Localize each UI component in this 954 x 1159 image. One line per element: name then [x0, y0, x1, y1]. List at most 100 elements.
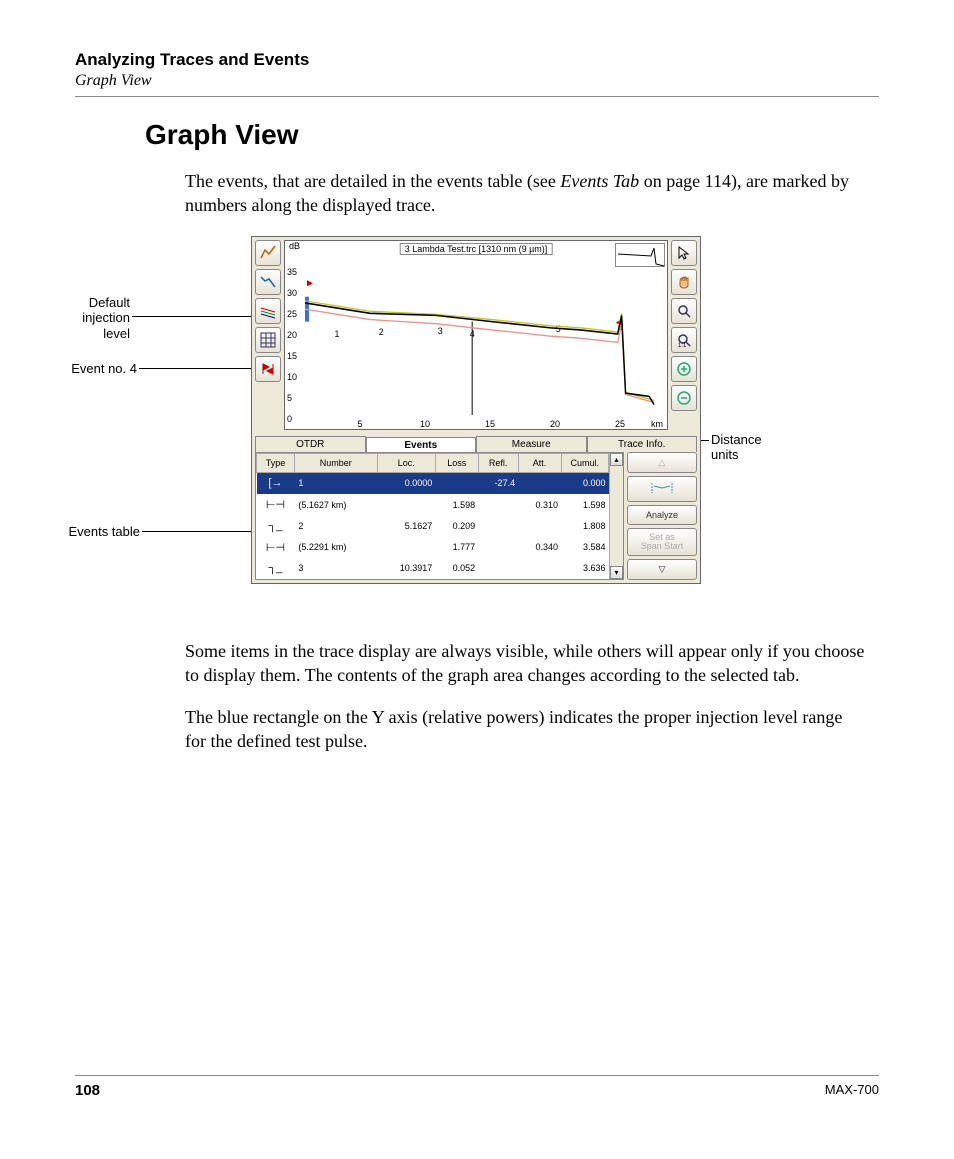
scroll-up-icon[interactable]: ▴ — [610, 453, 623, 466]
callout-line — [142, 531, 266, 532]
table-scrollbar[interactable]: ▴ ▾ — [609, 453, 623, 579]
cell: 3.584 — [561, 536, 608, 558]
cell: 0.209 — [435, 516, 478, 537]
cell: 1.598 — [435, 494, 478, 516]
section-title: Graph View — [75, 72, 879, 90]
table-row[interactable]: ⊢⊣ (5.1627 km) 1.598 0.310 1.598 — [257, 494, 609, 516]
page-number: 108 — [75, 1082, 100, 1099]
cell — [435, 472, 478, 493]
cell — [478, 558, 518, 579]
tab-events[interactable]: Events — [366, 437, 477, 453]
next-event-button[interactable]: ▽ — [627, 559, 697, 580]
cell: 1.777 — [435, 536, 478, 558]
analyze-button[interactable]: Analyze — [627, 505, 697, 525]
cell: 3 — [294, 558, 377, 579]
svg-text:3: 3 — [438, 325, 443, 335]
cell: 1 — [294, 472, 377, 493]
y-tick: 25 — [287, 309, 297, 319]
svg-text:2: 2 — [379, 326, 384, 336]
col-cumul[interactable]: Cumul. — [561, 453, 608, 472]
x-tick: 10 — [420, 419, 430, 429]
cell — [478, 516, 518, 537]
y-tick: 0 — [287, 414, 292, 424]
footer-rule — [75, 1075, 879, 1076]
cell — [377, 494, 435, 516]
y-tick: 5 — [287, 393, 292, 403]
trace-tool-1-icon[interactable] — [255, 240, 281, 266]
table-row[interactable]: ⊢⊣ (5.2291 km) 1.777 0.340 3.584 — [257, 536, 609, 558]
col-loss[interactable]: Loss — [435, 453, 478, 472]
tab-trace-info[interactable]: Trace Info. — [587, 436, 698, 452]
cell: 0.0000 — [377, 472, 435, 493]
event-action-buttons: △ Analyze Set as Span Start ▽ — [627, 452, 697, 580]
product-model: MAX-700 — [825, 1082, 879, 1099]
set-span-start-button[interactable]: Set as Span Start — [627, 528, 697, 556]
cell: 0.310 — [518, 494, 561, 516]
col-type[interactable]: Type — [257, 453, 295, 472]
callout-events-table: Events table — [60, 524, 140, 540]
col-att[interactable]: Att. — [518, 453, 561, 472]
table-header-row: Type Number Loc. Loss Refl. Att. Cumul. — [257, 453, 609, 472]
page-footer: 108 MAX-700 — [75, 1075, 879, 1099]
col-loc[interactable]: Loc. — [377, 453, 435, 472]
header-rule — [75, 96, 879, 97]
col-number[interactable]: Number — [294, 453, 377, 472]
tab-otdr[interactable]: OTDR — [255, 436, 366, 452]
col-refl[interactable]: Refl. — [478, 453, 518, 472]
otdr-ui-panel: dB 3 Lambda Test.trc [1310 nm (9 µm)] 0 … — [251, 236, 701, 584]
y-axis-unit: dB — [289, 241, 300, 251]
hand-pan-icon[interactable] — [671, 269, 697, 295]
event-type-span-icon: ⊢⊣ — [257, 536, 295, 558]
tabs: OTDR Events Measure Trace Info. — [255, 436, 697, 452]
y-tick: 15 — [287, 351, 297, 361]
callout-line — [139, 368, 254, 369]
table-view-icon[interactable] — [255, 327, 281, 353]
cell — [518, 558, 561, 579]
zoom-out-icon[interactable] — [671, 385, 697, 411]
cell: 2 — [294, 516, 377, 537]
x-tick: 5 — [357, 419, 362, 429]
prev-event-button[interactable]: △ — [627, 452, 697, 473]
table-row[interactable]: ┐_ 2 5.1627 0.209 1.808 — [257, 516, 609, 537]
table-row[interactable]: [→ 1 0.0000 -27.4 0.000 — [257, 472, 609, 493]
svg-text:1:1: 1:1 — [678, 343, 687, 348]
callout-distance-units: Distance units — [711, 432, 762, 463]
left-toolbar — [255, 240, 281, 430]
zoom-to-event-button[interactable] — [627, 476, 697, 502]
callout-event-4: Event no. 4 — [57, 361, 137, 377]
zoom-region-icon[interactable] — [671, 298, 697, 324]
svg-text:1: 1 — [335, 329, 340, 339]
events-table: Type Number Loc. Loss Refl. Att. Cumul. … — [255, 452, 624, 580]
scroll-down-icon[interactable]: ▾ — [610, 566, 623, 579]
trace-plot: 4 1 2 3 5 6 — [305, 249, 659, 415]
zoom-in-icon[interactable] — [671, 356, 697, 382]
cell — [518, 516, 561, 537]
zoom-fit-icon[interactable]: 1:1 — [671, 327, 697, 353]
cell: 0.052 — [435, 558, 478, 579]
right-toolbar: 1:1 — [671, 240, 697, 430]
cell — [478, 494, 518, 516]
cell — [518, 472, 561, 493]
event-type-span-icon: ⊢⊣ — [257, 494, 295, 516]
cell: 3.636 — [561, 558, 608, 579]
pointer-icon[interactable] — [671, 240, 697, 266]
multi-trace-icon[interactable] — [255, 298, 281, 324]
tab-measure[interactable]: Measure — [476, 436, 587, 452]
cell: 1.598 — [561, 494, 608, 516]
callout-default-injection: Default injection level — [75, 295, 130, 342]
table-row[interactable]: ┐_ 3 10.3917 0.052 3.636 — [257, 558, 609, 579]
body-paragraph-3: The blue rectangle on the Y axis (relati… — [185, 705, 865, 754]
event-type-step-icon: ┐_ — [257, 558, 295, 579]
event-type-step-icon: ┐_ — [257, 516, 295, 537]
cell: 5.1627 — [377, 516, 435, 537]
x-tick: 20 — [550, 419, 560, 429]
trace-tool-2-icon[interactable] — [255, 269, 281, 295]
markers-icon[interactable] — [255, 356, 281, 382]
cell: 0.000 — [561, 472, 608, 493]
cell: (5.2291 km) — [294, 536, 377, 558]
x-tick: 25 — [615, 419, 625, 429]
graph-area[interactable]: dB 3 Lambda Test.trc [1310 nm (9 µm)] 0 … — [284, 240, 668, 430]
y-tick: 10 — [287, 372, 297, 382]
cell — [478, 536, 518, 558]
event-type-start-icon: [→ — [257, 472, 295, 493]
